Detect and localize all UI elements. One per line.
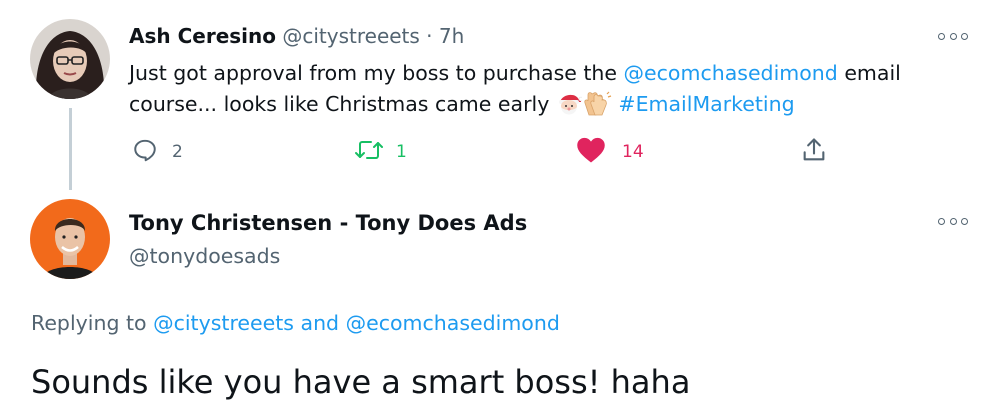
- share-icon: [800, 136, 828, 168]
- reply-icon: [132, 137, 158, 167]
- like-icon: [576, 136, 606, 168]
- author-avatar[interactable]: [30, 19, 110, 99]
- separator-dot: ·: [426, 24, 433, 48]
- tweet-timestamp[interactable]: 7h: [439, 24, 464, 48]
- tweet-text: Just got approval from my boss to purcha…: [129, 58, 969, 126]
- tweet-text-part1: Just got approval from my boss to purcha…: [129, 61, 624, 85]
- reply-author-avatar[interactable]: [30, 199, 110, 279]
- more-options-icon[interactable]: [938, 29, 968, 43]
- reply-count: 2: [172, 142, 183, 162]
- reply-button[interactable]: 2: [132, 138, 183, 166]
- retweet-count: 1: [396, 142, 407, 162]
- hashtag-link[interactable]: #EmailMarketing: [618, 92, 794, 116]
- tweet-header: Ash Ceresino @citystreeets · 7h: [129, 22, 464, 50]
- replying-prefix: Replying to: [31, 311, 154, 335]
- replying-to-line: Replying to @citystreeets and @ecomchase…: [31, 308, 560, 338]
- replying-user-link-1[interactable]: @citystreeets: [153, 311, 294, 335]
- reply-text: Sounds like you have a smart boss! haha: [31, 363, 691, 401]
- tweet-actions: 2 1 14: [0, 136, 997, 168]
- replying-and: and: [293, 311, 346, 335]
- replying-user-link-2[interactable]: @ecomchasedimond: [346, 311, 560, 335]
- author-name[interactable]: Ash Ceresino: [129, 24, 276, 48]
- reply-author-name[interactable]: Tony Christensen - Tony Does Ads: [129, 208, 527, 238]
- retweet-button[interactable]: 1: [354, 138, 407, 166]
- like-count: 14: [622, 142, 644, 162]
- reply-more-options-icon[interactable]: [938, 214, 968, 228]
- share-button[interactable]: [800, 138, 828, 166]
- like-button[interactable]: 14: [576, 136, 644, 168]
- retweet-icon: [354, 137, 384, 167]
- reply-author-handle[interactable]: @tonydoesads: [129, 241, 280, 271]
- santa-emoji: [556, 91, 584, 126]
- author-handle[interactable]: @citystreeets: [282, 24, 419, 48]
- clapping-hands-emoji: [582, 91, 612, 126]
- mention-link[interactable]: @ecomchasedimond: [624, 61, 838, 85]
